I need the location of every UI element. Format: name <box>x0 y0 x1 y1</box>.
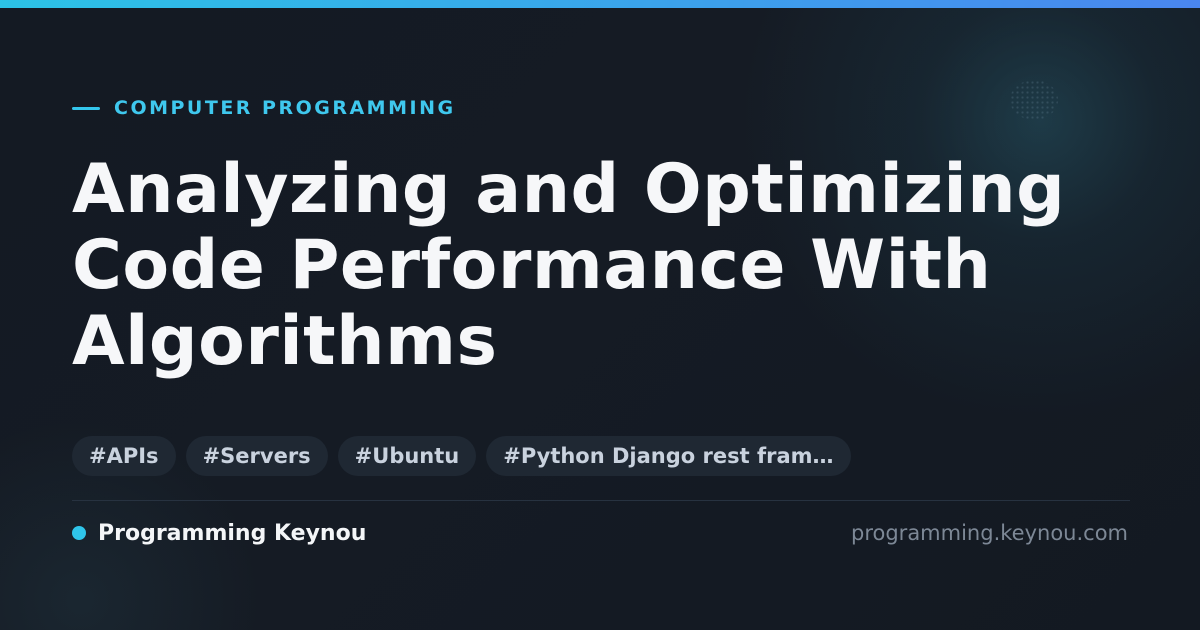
site-domain: programming.keynou.com <box>851 521 1128 545</box>
title-line-1: Analyzing and Optimizing <box>72 150 1066 229</box>
tag-ubuntu: #Ubuntu <box>337 436 477 476</box>
brand: Programming Keynou <box>72 518 366 548</box>
tag-list: #APIs #Servers #Ubuntu #Python Django re… <box>72 436 851 476</box>
title-line-3: Algorithms <box>72 302 498 381</box>
category-label-row: COMPUTER PROGRAMMING <box>72 94 456 122</box>
footer-divider <box>72 500 1130 501</box>
tag-servers: #Servers <box>185 436 328 476</box>
tag-apis: #APIs <box>72 436 176 476</box>
page-title: Analyzing and Optimizing Code Performanc… <box>72 152 1132 380</box>
brand-dot-icon <box>72 526 86 540</box>
tag-python-django: #Python Django rest fram… <box>486 436 851 476</box>
accent-dash <box>72 106 100 110</box>
category-label: COMPUTER PROGRAMMING <box>114 97 456 119</box>
brand-name: Programming Keynou <box>98 520 367 546</box>
social-card: COMPUTER PROGRAMMING Analyzing and Optim… <box>0 0 1200 630</box>
dot-pattern-decoration <box>1010 80 1058 120</box>
accent-top-bar <box>0 0 1200 8</box>
title-line-2: Code Performance With <box>72 226 992 305</box>
